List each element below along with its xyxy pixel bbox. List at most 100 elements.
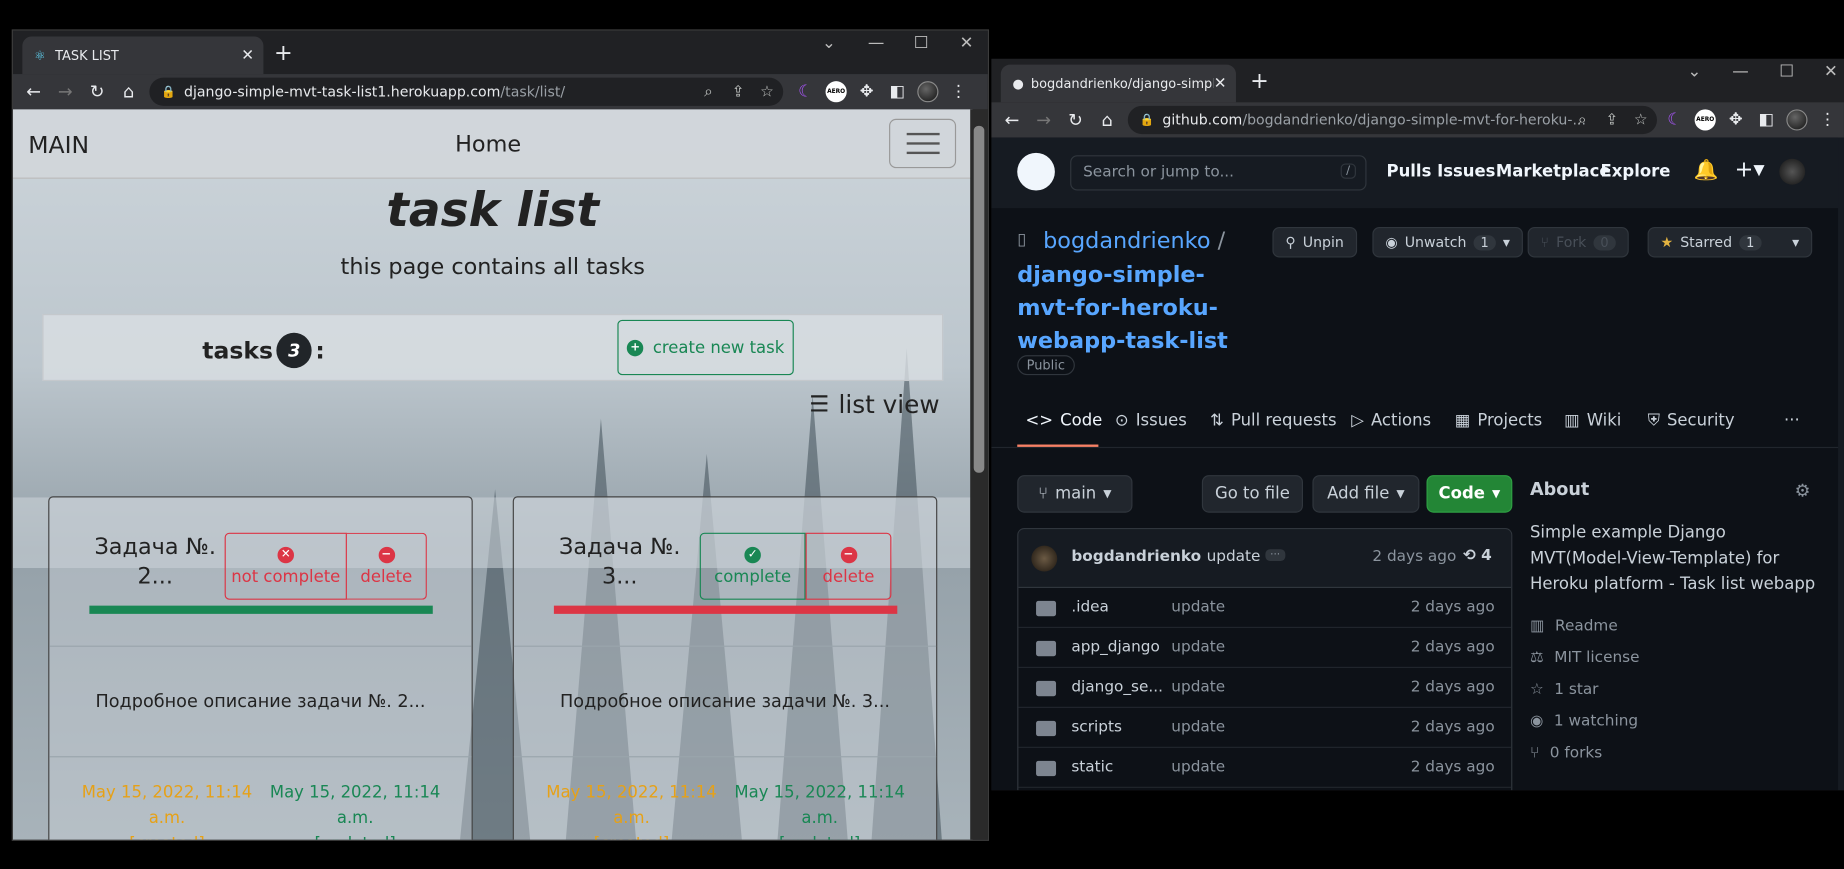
file-row[interactable]: static update 2 days ago [1018, 748, 1512, 788]
delete-task-button[interactable]: − delete [805, 532, 892, 600]
mark-complete-button[interactable]: ✓ complete [699, 532, 806, 600]
close-window-icon[interactable]: ✕ [1824, 62, 1838, 81]
page-scrollbar[interactable] [970, 109, 988, 840]
tab-actions[interactable]: ▷ Actions [1351, 412, 1431, 431]
menu-dots-icon[interactable]: ⋮ [943, 82, 974, 101]
nav-issues[interactable]: Issues [1437, 162, 1495, 181]
forks-link[interactable]: ⑂ 0 forks [1530, 744, 1602, 762]
file-row[interactable]: .idea update 2 days ago [1018, 588, 1512, 628]
nav-pulls[interactable]: Pulls [1387, 162, 1432, 181]
commit-history-link[interactable]: ⟲ 4 [1463, 547, 1492, 565]
tab-issues[interactable]: ⊙ Issues [1115, 412, 1187, 431]
nav-home-link[interactable]: Home [455, 132, 521, 158]
menu-dots-icon[interactable]: ⋮ [1812, 111, 1843, 130]
new-tab-icon[interactable]: + [1250, 68, 1269, 94]
close-tab-icon[interactable]: ✕ [1214, 75, 1227, 93]
dark-mode-extension-icon[interactable]: ☾ [790, 82, 821, 101]
tab-wiki[interactable]: ▥ Wiki [1564, 412, 1621, 431]
file-row[interactable]: app_django update 2 days ago [1018, 628, 1512, 668]
address-bar[interactable]: 🔒 django-simple-mvt-task-list1.herokuapp… [149, 77, 784, 106]
commit-author-avatar[interactable] [1031, 545, 1058, 572]
url-path: /bogdandrienko/django-simple-mvt-for-her… [1242, 111, 1586, 129]
add-file-button[interactable]: Add file ▾ [1312, 475, 1420, 513]
forward-icon[interactable]: → [1028, 109, 1060, 130]
task-title[interactable]: Задача №. 2... [85, 533, 226, 592]
repo-name-link[interactable]: django-simple-mvt-for-heroku-webapp-task… [1017, 259, 1252, 358]
tab-search-icon[interactable]: ⌄ [822, 34, 836, 53]
reload-icon[interactable]: ↻ [81, 81, 113, 102]
back-icon[interactable]: ← [18, 81, 50, 102]
fork-button[interactable]: ⑂ Fork 0 [1527, 226, 1629, 258]
tab-task-list[interactable]: ⚛ TASK LIST ✕ [22, 36, 264, 75]
tab-security[interactable]: ⛨ Security [1648, 412, 1735, 431]
navbar-toggler-button[interactable] [889, 118, 957, 169]
forward-icon[interactable]: → [49, 81, 81, 102]
create-new-plus-icon[interactable]: +▾ [1735, 156, 1765, 182]
mark-not-complete-button[interactable]: ✕ not complete [224, 532, 347, 600]
unpin-button[interactable]: ⚲ Unpin [1272, 226, 1357, 258]
github-logo-icon[interactable] [1017, 152, 1055, 191]
commit-author[interactable]: bogdandrienko [1071, 548, 1201, 566]
tab-github-repo[interactable]: ● bogdandrienko/django-simple-m ✕ [1000, 64, 1236, 103]
tab-code[interactable]: <> Code [1025, 412, 1102, 431]
file-row[interactable]: scripts update 2 days ago [1018, 708, 1512, 748]
code-download-button[interactable]: Code ▾ [1426, 475, 1513, 513]
home-icon[interactable]: ⌂ [1091, 109, 1123, 130]
file-row[interactable]: django_se... update 2 days ago [1018, 668, 1512, 708]
side-panel-icon[interactable]: ◧ [1751, 111, 1782, 130]
side-panel-icon[interactable]: ◧ [882, 82, 913, 101]
maximize-icon[interactable]: ☐ [914, 34, 929, 53]
user-avatar[interactable] [1779, 158, 1806, 185]
unwatch-button[interactable]: ◉ Unwatch 1 ▾ [1372, 226, 1523, 258]
home-icon[interactable]: ⌂ [113, 81, 145, 102]
aero-extension-icon[interactable]: AERO [821, 81, 852, 103]
delete-task-button[interactable]: − delete [346, 532, 427, 600]
page-scrollbar[interactable] [1838, 137, 1844, 791]
zoom-icon[interactable]: ⌕ [1578, 111, 1587, 129]
extensions-puzzle-icon[interactable]: ✥ [1720, 111, 1751, 130]
share-icon[interactable]: ⇪ [1605, 111, 1618, 129]
search-input[interactable]: Search or jump to... / [1070, 155, 1367, 191]
profile-avatar[interactable] [1782, 109, 1813, 131]
starred-button[interactable]: ★ Starred 1 ▾ [1647, 226, 1813, 258]
branch-select-button[interactable]: ⑂ main ▾ [1017, 475, 1133, 513]
reload-icon[interactable]: ↻ [1060, 109, 1092, 130]
commit-message[interactable]: update [1207, 548, 1261, 566]
profile-avatar[interactable] [913, 81, 944, 103]
extensions-puzzle-icon[interactable]: ✥ [851, 82, 882, 101]
aero-extension-icon[interactable]: AERO [1690, 109, 1721, 131]
minimize-icon[interactable]: — [868, 34, 884, 53]
license-link[interactable]: ⚖ MIT license [1530, 649, 1640, 667]
tab-pull-requests[interactable]: ⇅ Pull requests [1210, 412, 1336, 431]
new-tab-icon[interactable]: + [274, 40, 293, 66]
create-task-button[interactable]: + create new task [617, 319, 794, 376]
notifications-bell-icon[interactable]: 🔔 [1693, 159, 1718, 183]
more-tabs-button[interactable]: ··· [1784, 412, 1800, 431]
nav-marketplace[interactable]: Marketplace [1496, 162, 1611, 181]
bookmark-star-icon[interactable]: ☆ [760, 83, 774, 101]
watchers-link[interactable]: ◉ 1 watching [1530, 713, 1638, 731]
back-icon[interactable]: ← [996, 109, 1028, 130]
tab-projects[interactable]: ▦ Projects [1455, 412, 1543, 431]
commit-expand-button[interactable]: ··· [1265, 549, 1285, 561]
close-tab-icon[interactable]: ✕ [241, 46, 254, 64]
dark-mode-extension-icon[interactable]: ☾ [1659, 111, 1690, 130]
go-to-file-button[interactable]: Go to file [1201, 475, 1304, 513]
tab-search-icon[interactable]: ⌄ [1688, 62, 1702, 81]
zoom-icon[interactable]: ⌕ [704, 83, 713, 101]
share-icon[interactable]: ⇪ [732, 83, 745, 101]
stars-link[interactable]: ☆ 1 star [1530, 681, 1599, 699]
minimize-icon[interactable]: — [1732, 62, 1748, 81]
address-bar[interactable]: 🔒 github.com/bogdandrienko/django-simple… [1127, 105, 1657, 135]
maximize-icon[interactable]: ☐ [1779, 62, 1794, 81]
settings-gear-icon[interactable]: ⚙ [1795, 480, 1811, 501]
repo-owner-link[interactable]: bogdandrienko / [1043, 228, 1225, 254]
list-view-toggle[interactable]: ☰ list view [809, 390, 939, 418]
close-window-icon[interactable]: ✕ [960, 34, 974, 53]
readme-link[interactable]: ▥ Readme [1530, 617, 1618, 635]
nav-explore[interactable]: Explore [1601, 162, 1671, 181]
bookmark-star-icon[interactable]: ☆ [1634, 111, 1648, 129]
brand-link[interactable]: MAIN [28, 131, 89, 159]
task-description: Подробное описание задачи №. 3... [560, 690, 890, 712]
task-title[interactable]: Задача №. 3... [549, 533, 690, 592]
